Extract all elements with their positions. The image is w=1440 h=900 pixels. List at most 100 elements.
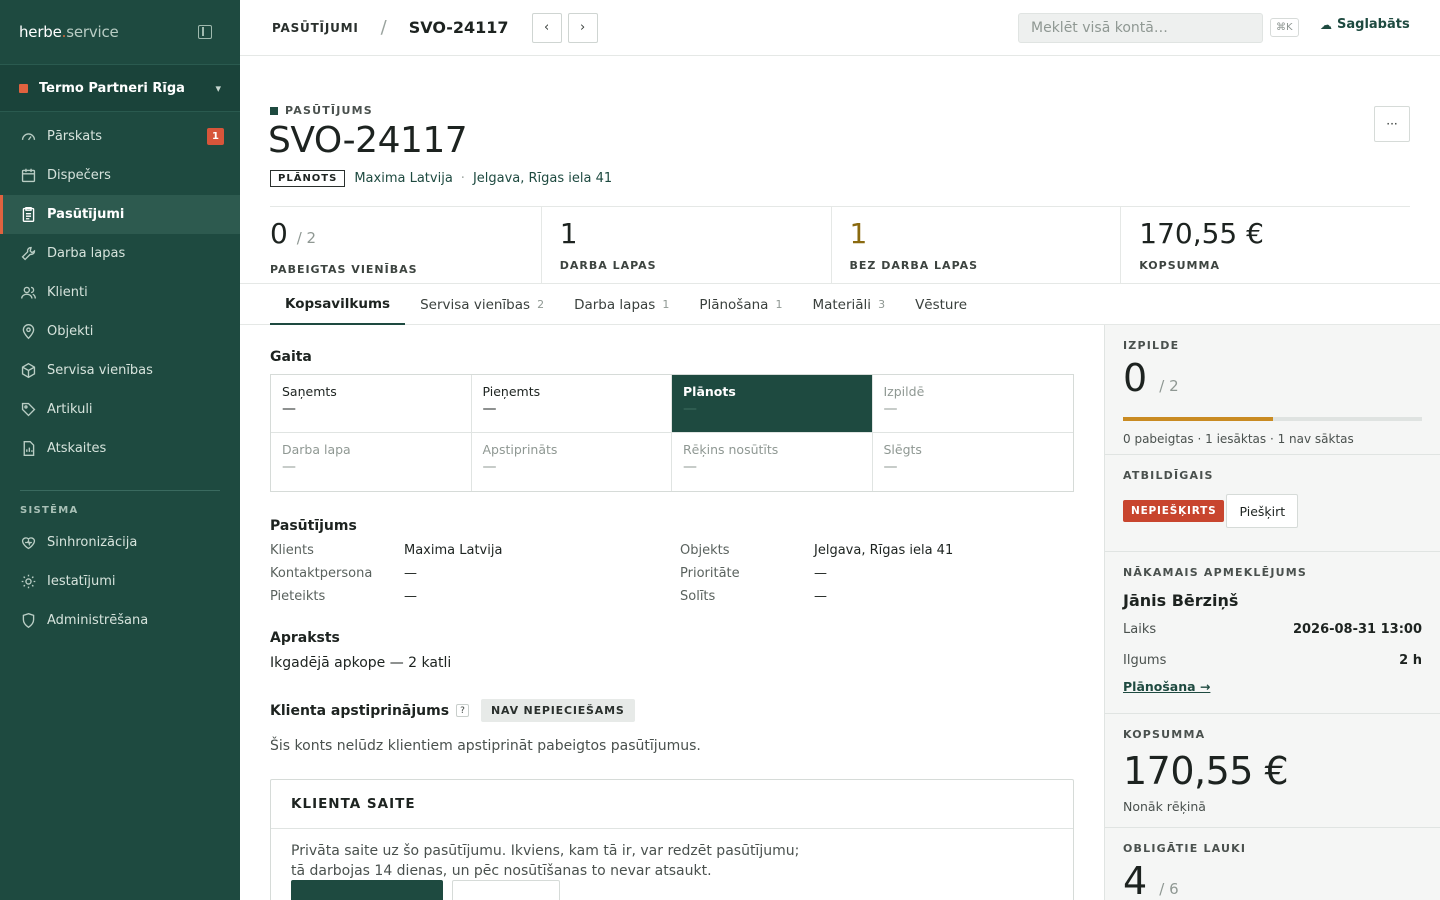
tab-service-units[interactable]: Servisa vienības 2 [405,284,559,325]
step-label: Apstiprināts [482,442,558,457]
execution-label: IZPILDE [1123,339,1180,352]
client-link-card: KLIENTA SAITE Privāta saite uz šo pasūtī… [270,779,1074,900]
confirmation-title: Klienta apstiprinājums [270,702,450,719]
brand-logo[interactable]: herbe.service [19,23,119,41]
planning-link[interactable]: Plānošana → [1123,679,1210,694]
search-shortcut-hint: ⌘K [1270,18,1299,37]
record-type-label: PASŪTĪJUMS [285,104,373,117]
stats-row: 0 / 2 PABEIGTAS VIENĪBAS 1 DARBA LAPAS 1… [270,206,1410,283]
location-link[interactable]: Jelgava, Rīgas iela 41 [473,171,612,186]
next-record-button[interactable]: › [567,12,598,43]
tag-icon [19,401,37,419]
tab-count: 1 [662,298,670,311]
tab-count: 1 [775,298,783,311]
cloud-check-icon: ☁ [1320,17,1332,32]
order-details: Klients Maxima Latvija Objekts Jelgava, … [270,543,1074,604]
notification-badge: 1 [207,128,224,145]
step-value: — [282,459,296,475]
technician-name: Jānis Bērziņš [1123,591,1239,610]
field-value: 2026-08-31 13:00 [1292,622,1422,637]
sidebar-item-settings[interactable]: Iestatījumi [0,562,240,601]
breadcrumb-parent[interactable]: PASŪTĪJUMI [272,21,359,35]
sidebar-item-reports[interactable]: Atskaites [0,429,240,468]
org-name: Termo Partneri Rīga [39,80,185,96]
sidebar: herbe.service Termo Partneri Rīga ▾ Pārs… [0,0,240,900]
breadcrumb-separator: / [380,17,387,38]
sidebar-collapse-icon[interactable] [198,25,212,39]
visit-duration-row: Ilgums 2 h [1123,653,1422,668]
execution-progress-bar [1123,417,1422,421]
client-link-title: KLIENTA SAITE [271,780,1073,829]
secondary-link-button[interactable] [452,880,560,900]
users-icon [19,284,37,302]
progress-step: Rēķins nosūtīts — [672,433,873,491]
field-label: Klients [270,543,314,558]
brand-name: herbe [19,23,62,41]
meta-separator: · [460,171,465,186]
sidebar-item-orders[interactable]: Pasūtījumi [0,195,240,234]
progress-grid: Saņemts — Pieņemts — Plānots — Izpildē — Dar… [270,374,1074,492]
stat-label: DARBA LAPAS [559,259,657,272]
next-visit-label: NĀKAMAIS APMEKLĒJUMS [1123,566,1308,579]
field-label: Laiks [1123,622,1157,637]
step-label: Saņemts [282,384,337,399]
tab-planning[interactable]: Plānošana 1 [684,284,797,325]
tab-summary[interactable]: Kopsavilkums [270,284,406,325]
required-fields-value: 4 [1123,859,1148,900]
chevron-down-icon: ▾ [215,81,221,95]
field-value: — [404,589,417,604]
step-value: — [683,459,697,475]
sidebar-item-label: Sinhronizācija [47,535,138,550]
stat-total: 170,55 € KOPSUMMA [1120,207,1410,283]
step-value: — [482,401,497,417]
right-panel: IZPILDE 0 / 2 0 pabeigtas · 1 iesāktas ·… [1104,325,1440,900]
stat-value: 1 [559,217,578,250]
prev-record-button[interactable]: ‹ [531,12,562,43]
total-value: 170,55 € [1123,749,1289,793]
tab-materials[interactable]: Materiāli 3 [797,284,900,325]
field-label: Prioritāte [680,566,740,581]
execution-value: 0 [1123,356,1148,400]
shield-icon [19,612,37,630]
stat-label: PABEIGTAS VIENĪBAS [270,263,418,276]
more-actions-button[interactable]: ··· [1374,106,1410,142]
record-type: PASŪTĪJUMS [270,104,373,117]
sync-icon [19,534,37,552]
client-link[interactable]: Maxima Latvija [354,171,452,186]
tab-worksheets[interactable]: Darba lapas 1 [559,284,684,325]
topbar: PASŪTĪJUMI / SVO-24117 ‹ › Meklēt visā k… [240,0,1440,56]
tab-count: 3 [878,298,886,311]
total-card: KOPSUMMA 170,55 € Nonāk rēķinā [1105,714,1440,828]
create-link-button[interactable] [291,880,443,900]
main-nav: Pārskats 1 Dispečers Pasūtījumi Darba la… [0,117,240,640]
assign-button[interactable]: Piešķirt [1226,494,1299,528]
confirmation-status-badge: NAV NEPIECIEŠAMS [481,699,635,722]
help-icon[interactable]: ? [456,704,470,717]
sidebar-item-label: Servisa vienības [47,363,153,378]
sidebar-item-articles[interactable]: Artikuli [0,390,240,429]
org-switcher[interactable]: Termo Partneri Rīga ▾ [0,64,240,112]
sidebar-item-objects[interactable]: Objekti [0,312,240,351]
sidebar-item-dispatcher[interactable]: Dispečers [0,156,240,195]
sidebar-item-service-units[interactable]: Servisa vienības [0,351,240,390]
description-title: Apraksts [270,630,340,646]
breadcrumb-current: SVO-24117 [408,18,509,37]
record-meta: PLĀNOTS Maxima Latvija · Jelgava, Rīgas … [270,170,612,187]
tab-history[interactable]: Vēsture [900,284,982,325]
map-pin-icon [19,323,37,341]
sidebar-item-clients[interactable]: Klienti [0,273,240,312]
sidebar-item-admin[interactable]: Administrēšana [0,601,240,640]
progress-step-current: Plānots — [672,375,873,433]
sidebar-item-label: Darba lapas [47,246,126,261]
tab-label: Kopsavilkums [285,295,391,312]
global-search-input[interactable]: Meklēt visā kontā… [1018,13,1263,43]
visit-time-row: Laiks 2026-08-31 13:00 [1123,622,1422,637]
sidebar-item-overview[interactable]: Pārskats 1 [0,117,240,156]
step-label: Izpildē [883,384,925,399]
sidebar-item-label: Administrēšana [47,613,149,628]
sidebar-item-label: Pārskats [47,129,103,144]
tab-label: Materiāli [812,296,872,313]
step-label: Darba lapa [282,442,351,457]
sidebar-item-sync[interactable]: Sinhronizācija [0,523,240,562]
sidebar-item-worksheets[interactable]: Darba lapas [0,234,240,273]
